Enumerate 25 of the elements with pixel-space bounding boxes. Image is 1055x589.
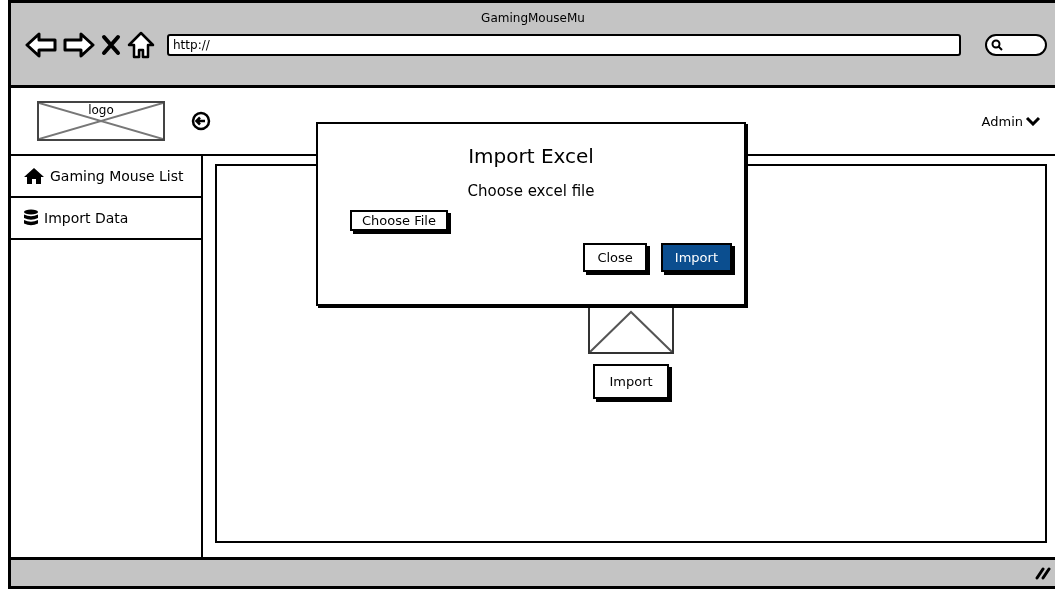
chevron-down-icon (1025, 116, 1041, 126)
close-button[interactable]: Close (583, 243, 647, 272)
window-title: GamingMouseMu (481, 11, 585, 25)
sidebar-label: Gaming Mouse List (50, 168, 184, 184)
search-icon (991, 39, 1003, 51)
home-outline-icon[interactable] (127, 31, 155, 59)
dialog-prompt: Choose excel file (467, 182, 595, 200)
address-field[interactable]: http:// (167, 34, 961, 56)
dialog-title: Import Excel (468, 144, 594, 168)
back-circle-icon[interactable] (191, 111, 211, 131)
user-menu[interactable]: Admin (981, 113, 1041, 129)
import-button[interactable]: Import (660, 243, 732, 272)
home-icon (23, 167, 45, 185)
import-button[interactable]: Import (593, 364, 669, 399)
resize-grip-icon[interactable] (1035, 566, 1051, 580)
choose-file-button[interactable]: Choose File (350, 210, 448, 231)
search-field[interactable] (985, 34, 1047, 56)
sidebar-item[interactable]: Import Data (11, 198, 201, 240)
database-icon (23, 209, 39, 227)
back-arrow-icon[interactable] (25, 32, 57, 58)
sidebar-label: Import Data (44, 210, 129, 226)
sidebar-item[interactable]: Gaming Mouse List (11, 156, 201, 198)
logo-text: logo (88, 103, 114, 119)
forward-arrow-icon[interactable] (63, 32, 95, 58)
close-icon[interactable] (101, 34, 121, 56)
